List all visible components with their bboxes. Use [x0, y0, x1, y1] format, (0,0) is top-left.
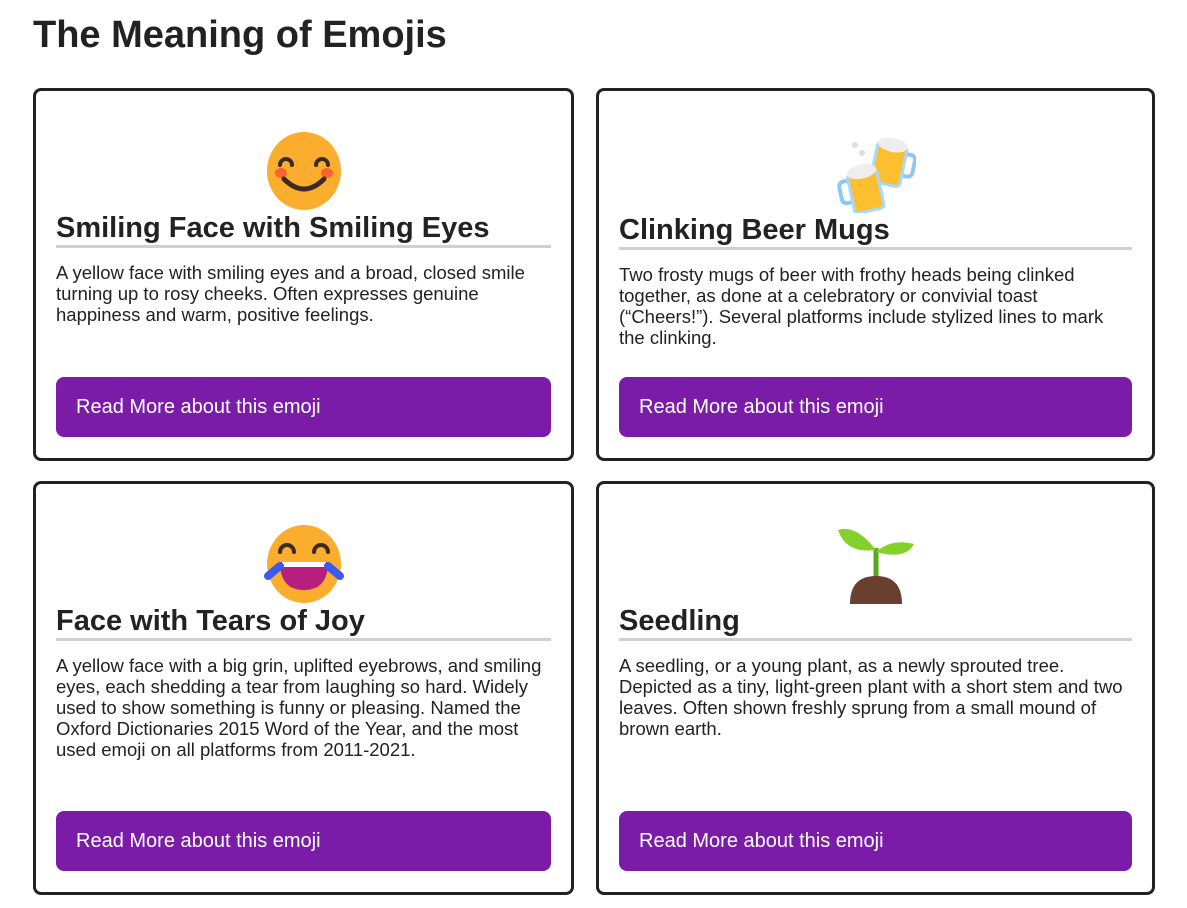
card-description: A yellow face with a big grin, uplifted …: [56, 655, 542, 760]
card-title: Seedling: [619, 604, 1132, 641]
smiling-face-with-smiling-eyes-icon: [266, 132, 341, 210]
emoji-card: Seedling A seedling, or a young plant, a…: [596, 481, 1155, 895]
card-description: Two frosty mugs of beer with frothy head…: [619, 264, 1104, 348]
read-more-button[interactable]: Read More about this emoji: [56, 811, 551, 871]
clinking-beer-mugs-icon: [836, 137, 916, 213]
card-title: Clinking Beer Mugs: [619, 213, 1132, 250]
card-title: Smiling Face with Smiling Eyes: [56, 211, 551, 248]
card-title: Face with Tears of Joy: [56, 604, 551, 641]
face-with-tears-of-joy-icon: [263, 525, 344, 603]
emoji-card-grid: Smiling Face with Smiling Eyes A yellow …: [33, 88, 1155, 895]
seedling-icon: [837, 528, 914, 604]
emoji-card: Clinking Beer Mugs Two frosty mugs of be…: [596, 88, 1155, 461]
emoji-card: Face with Tears of Joy A yellow face wit…: [33, 481, 574, 895]
read-more-button[interactable]: Read More about this emoji: [619, 377, 1132, 437]
read-more-button[interactable]: Read More about this emoji: [56, 377, 551, 437]
read-more-button[interactable]: Read More about this emoji: [619, 811, 1132, 871]
card-description: A yellow face with smiling eyes and a br…: [56, 262, 525, 325]
card-description: A seedling, or a young plant, as a newly…: [619, 655, 1123, 739]
page-title: The Meaning of Emojis: [33, 14, 447, 56]
emoji-card: Smiling Face with Smiling Eyes A yellow …: [33, 88, 574, 461]
